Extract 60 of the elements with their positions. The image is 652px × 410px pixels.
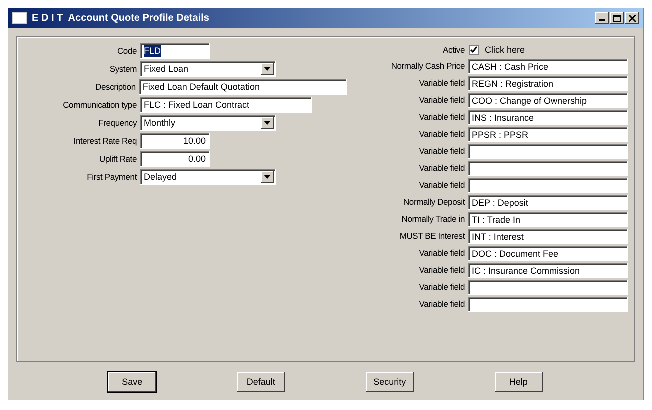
dialog-button[interactable]: Save [108,372,156,392]
field-label: Normally Trade in [400,214,466,224]
input-field[interactable]: FLC : Fixed Loan Contract [140,97,312,113]
input-field[interactable]: DEP : Deposit [468,194,628,210]
input-field[interactable] [468,144,628,158]
field-label: Variable field [418,78,466,88]
close-icon [628,14,636,22]
field-label: Variable field [418,265,466,275]
field-label: Interest Rate Req [72,136,138,146]
field-label: Description [94,82,137,92]
field-label: Variable field [418,129,466,139]
field-label: Normally Cash Price [390,61,466,71]
field-label: Variable field [418,248,466,258]
window-title: E D I T Account Quote Profile Details [32,12,210,24]
minimize-button[interactable] [595,12,609,24]
field-label: Active [442,45,466,55]
dialog-button[interactable]: Security [366,372,414,392]
input-field[interactable]: TI : Trade In [468,212,628,226]
input-field[interactable]: 0.00 [140,151,210,167]
checkbox-hint: Click here [485,45,526,55]
input-field[interactable]: 10.00 [140,133,210,149]
dropdown-field[interactable]: Delayed [140,169,276,185]
field-label: First Payment [86,172,138,182]
field-label: Code [116,46,138,56]
dropdown-field[interactable]: Monthly [140,115,276,131]
input-field[interactable]: CASH : Cash Price [468,58,628,74]
field-label: Uplift Rate [98,154,138,164]
field-label: Variable field [418,299,466,309]
field-label: Normally Deposit [402,197,466,207]
input-field[interactable]: PPSR : PPSR [468,126,628,142]
input-field[interactable]: INS : Insurance [468,110,628,124]
field-label: Communication type [62,100,138,110]
field-label: System [108,64,138,74]
field-label: Variable field [418,163,466,173]
dropdown-field[interactable]: Fixed Loan [140,61,276,77]
close-button[interactable] [625,12,639,24]
input-field[interactable]: COO : Change of Ownership [468,92,628,108]
active-checkbox[interactable] [469,45,479,55]
input-field[interactable] [468,160,628,176]
maximize-icon [613,14,621,22]
input-field[interactable]: INT : Interest [468,228,628,244]
window-icon [12,12,27,24]
field-label: Variable field [418,95,466,105]
input-field[interactable]: REGN : Registration [468,76,628,90]
input-field[interactable]: FLD [140,43,210,59]
field-label: Variable field [418,146,466,156]
input-field[interactable]: Fixed Loan Default Quotation [138,79,347,95]
input-field[interactable] [468,178,628,192]
input-field[interactable]: IC : Insurance Commission [468,262,628,278]
dialog-button[interactable]: Help [494,372,543,392]
field-label: MUST BE Interest [398,231,466,241]
input-field[interactable] [468,296,628,312]
input-field[interactable] [468,280,628,294]
input-field[interactable]: DOC : Document Fee [468,246,628,260]
dialog-button[interactable]: Default [237,372,286,392]
field-label: Frequency [98,118,138,128]
field-label: Variable field [418,282,466,292]
maximize-button[interactable] [610,12,624,24]
field-label: Variable field [418,180,466,190]
field-label: Variable field [418,112,466,122]
